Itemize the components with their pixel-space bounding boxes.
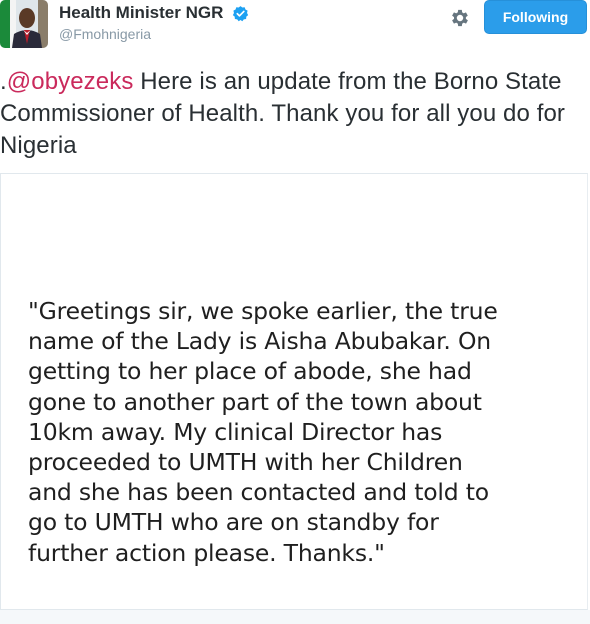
name-block: Health Minister NGR @Fmohnigeria <box>59 3 249 43</box>
mention-link[interactable]: @obyezeks <box>7 68 134 95</box>
attached-image[interactable]: "Greetings sir, we spoke earlier, the tr… <box>0 173 588 610</box>
image-quote-text: "Greetings sir, we spoke earlier, the tr… <box>28 297 498 567</box>
avatar[interactable] <box>0 0 48 48</box>
tweet-text: .@obyezeks Here is an update from the Bo… <box>0 66 590 162</box>
user-handle[interactable]: @Fmohnigeria <box>59 25 249 43</box>
tweet-header: Health Minister NGR @Fmohnigeria Followi… <box>0 0 590 62</box>
gear-icon[interactable] <box>449 7 471 29</box>
tweet-prefix: . <box>0 68 7 95</box>
following-button[interactable]: Following <box>484 0 587 34</box>
verified-badge-icon <box>232 5 248 21</box>
display-name[interactable]: Health Minister NGR <box>59 3 223 23</box>
tweet-footer-strip <box>0 610 590 624</box>
avatar-image <box>0 0 48 48</box>
